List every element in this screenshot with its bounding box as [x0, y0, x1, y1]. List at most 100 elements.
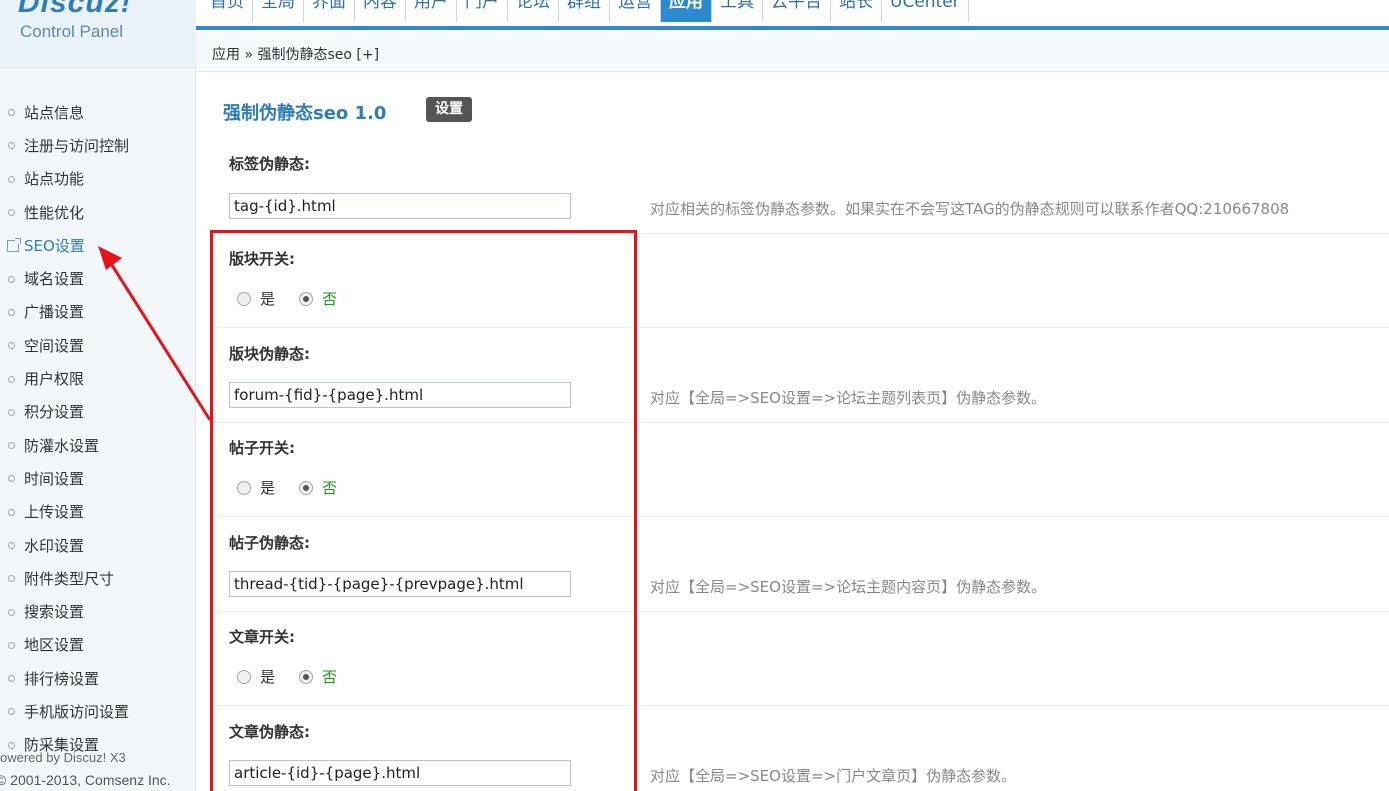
nav-item-0[interactable]: 首页 [202, 0, 253, 22]
thread-switch-no-radio[interactable] [299, 480, 314, 495]
bullet-icon [8, 475, 15, 483]
sidebar-item-label: 上传设置 [24, 503, 85, 522]
divider [211, 516, 1389, 517]
nav-item-9[interactable]: 应用 [661, 0, 712, 22]
sidebar-item-label: 排行榜设置 [24, 669, 100, 688]
forum-switch-no-label[interactable]: 否 [322, 288, 337, 309]
sidebar-item-13[interactable]: 水印设置 [0, 529, 195, 562]
nav-item-2[interactable]: 界面 [304, 0, 355, 22]
nav-item-13[interactable]: UCenter [882, 0, 969, 22]
forum-switch-yes-radio[interactable] [237, 291, 251, 306]
sidebar-item-14[interactable]: 附件类型尺寸 [0, 562, 195, 595]
article-rewrite-label: 文章伪静态: [229, 723, 310, 741]
forum-rewrite-input[interactable]: forum-{fid}-{page}.html [229, 382, 571, 408]
bullet-icon [8, 542, 15, 549]
divider [211, 422, 1389, 423]
divider [211, 705, 1389, 706]
forum-switch-no-radio[interactable] [299, 291, 314, 306]
nav-item-4[interactable]: 用户 [406, 0, 457, 22]
nav-item-10[interactable]: 工具 [712, 0, 763, 22]
article-switch-radios: 是 否 [237, 666, 361, 687]
sidebar-item-label: 用户权限 [24, 370, 85, 389]
divider [211, 233, 1389, 234]
bullet-icon [8, 109, 15, 117]
sidebar-item-9[interactable]: 积分设置 [0, 396, 195, 429]
sidebar: 站点信息注册与访问控制 站点功能性能优化 SEO设置域名设置广播设置空间设置用户权限… [0, 68, 196, 791]
divider [211, 611, 1389, 612]
bullet-icon [8, 308, 15, 316]
nav-item-3[interactable]: 内容 [355, 0, 406, 22]
logo[interactable]: Discuz! [18, 0, 132, 20]
thread-switch-label: 帖子开关: [229, 439, 295, 457]
nav-item-12[interactable]: 站长 [831, 0, 882, 22]
sidebar-item-label: 手机版访问设置 [24, 702, 130, 721]
sidebar-item-0[interactable]: 站点信息 [0, 96, 195, 129]
sidebar-item-label: SEO设置 [24, 236, 85, 255]
nav-item-8[interactable]: 运营 [610, 0, 661, 22]
bullet-icon [8, 442, 15, 450]
sidebar-item-label: 性能优化 [24, 203, 85, 222]
forum-switch-yes-label[interactable]: 是 [260, 288, 275, 309]
article-switch-no-radio[interactable] [299, 669, 314, 684]
thread-rewrite-label: 帖子伪静态: [229, 534, 310, 552]
sidebar-item-12[interactable]: 上传设置 [0, 496, 195, 529]
sidebar-item-17[interactable]: 排行榜设置 [0, 662, 195, 695]
bullet-icon [8, 741, 15, 749]
sidebar-item-label: 站点功能 [24, 170, 85, 189]
breadcrumb[interactable]: 应用 » 强制伪静态seo [+] [212, 44, 379, 64]
sidebar-item-label: 地区设置 [24, 636, 85, 655]
sidebar-item-11[interactable]: 时间设置 [0, 462, 195, 495]
main-content: 强制伪静态seo 1.0 设置 标签伪静态: tag-{id}.html 对应相… [196, 73, 1389, 791]
bullet-icon [8, 342, 15, 350]
sidebar-item-16[interactable]: 地区设置 [0, 629, 195, 662]
sidebar-item-2[interactable]: 站点功能 [0, 163, 195, 196]
bullet-icon [8, 675, 15, 683]
plugin-title: 强制伪静态seo 1.0 [223, 103, 387, 124]
sidebar-item-label: 站点信息 [24, 103, 85, 122]
thread-switch-no-label[interactable]: 否 [322, 477, 337, 498]
powered-by: owered by Discuz! X3 [0, 750, 126, 765]
sidebar-item-15[interactable]: 搜索设置 [0, 595, 195, 628]
forum-rewrite-desc: 对应【全局=>SEO设置=>论坛主题列表页】伪静态参数。 [650, 389, 1047, 407]
article-switch-no-label[interactable]: 否 [322, 666, 337, 687]
article-switch-yes-label[interactable]: 是 [260, 666, 275, 687]
bullet-icon [8, 175, 15, 183]
forum-rewrite-label: 版块伪静态: [229, 345, 310, 363]
sidebar-item-6[interactable]: 广播设置 [0, 296, 195, 329]
sidebar-item-18[interactable]: 手机版访问设置 [0, 695, 195, 728]
nav-item-6[interactable]: 论坛 [508, 0, 559, 22]
forum-switch-radios: 是 否 [237, 288, 361, 309]
sidebar-item-4[interactable]: SEO设置 [0, 229, 195, 262]
bullet-icon [8, 708, 15, 716]
tag-rewrite-input[interactable]: tag-{id}.html [229, 193, 571, 219]
sidebar-item-label: 注册与访问控制 [24, 136, 130, 155]
bullet-icon [8, 408, 15, 416]
thread-switch-yes-radio[interactable] [237, 480, 251, 495]
article-switch-label: 文章开关: [229, 628, 295, 646]
bullet-icon [8, 508, 15, 516]
thread-switch-yes-label[interactable]: 是 [260, 477, 275, 498]
sidebar-item-label: 广播设置 [24, 303, 85, 322]
nav-item-7[interactable]: 群组 [559, 0, 610, 22]
sidebar-item-label: 域名设置 [24, 270, 85, 289]
bullet-icon [8, 608, 15, 616]
article-rewrite-input[interactable]: article-{id}-{page}.html [229, 760, 571, 786]
logo-subtitle: Control Panel [20, 22, 124, 41]
article-switch-yes-radio[interactable] [237, 669, 251, 684]
tag-rewrite-label: 标签伪静态: [229, 155, 310, 173]
divider [211, 327, 1389, 328]
sidebar-item-label: 水印设置 [24, 536, 85, 555]
thread-rewrite-input[interactable]: thread-{tid}-{page}-{prevpage}.html [229, 571, 571, 597]
sidebar-item-3[interactable]: 性能优化 [0, 196, 195, 229]
sidebar-item-8[interactable]: 用户权限 [0, 362, 195, 395]
sidebar-item-label: 时间设置 [24, 469, 85, 488]
sidebar-item-7[interactable]: 空间设置 [0, 329, 195, 362]
settings-tab[interactable]: 设置 [426, 97, 472, 122]
sidebar-item-label: 附件类型尺寸 [24, 569, 115, 588]
nav-item-11[interactable]: 云平台 [763, 0, 831, 22]
sidebar-item-5[interactable]: 域名设置 [0, 262, 195, 295]
nav-item-1[interactable]: 全局 [253, 0, 304, 22]
sidebar-item-1[interactable]: 注册与访问控制 [0, 129, 195, 162]
nav-item-5[interactable]: 门户 [457, 0, 508, 22]
sidebar-item-10[interactable]: 防灌水设置 [0, 429, 195, 462]
